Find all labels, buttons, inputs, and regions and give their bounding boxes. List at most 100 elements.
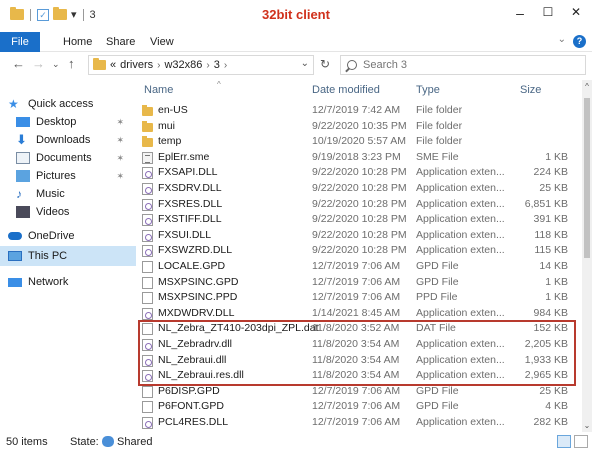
file-type: GPD File [416, 400, 459, 413]
pin-icon[interactable]: ✶ [116, 117, 124, 128]
nav-videos[interactable]: Videos [16, 202, 136, 222]
file-row[interactable]: temp 10/19/2020 5:57 AM File folder [142, 134, 582, 150]
file-date: 9/22/2020 10:28 PM [312, 166, 407, 179]
tab-home[interactable]: Home [63, 32, 92, 52]
search-icon [347, 60, 357, 70]
file-row[interactable]: FXSWZRD.DLL 9/22/2020 10:28 PM Application… [142, 243, 582, 259]
status-bar: 50 items State: Shared [0, 432, 592, 452]
nav-music[interactable]: ♪ Music [16, 184, 136, 204]
file-row[interactable]: P6DISP.GPD 12/7/2019 7:06 AM GPD File 25 KB [142, 384, 582, 400]
pin-icon[interactable]: ✶ [116, 135, 124, 146]
tab-view[interactable]: View [150, 32, 174, 52]
ribbon-tabs: File Home Share View ⌄ ? [0, 30, 592, 52]
search-box[interactable] [340, 55, 586, 75]
nav-quick-access[interactable]: ★ Quick access [8, 94, 144, 114]
nav-onedrive[interactable]: OneDrive [8, 226, 136, 246]
file-date: 12/7/2019 7:06 AM [312, 384, 401, 397]
pictures-icon [16, 170, 30, 182]
search-input[interactable] [363, 59, 563, 71]
tab-file[interactable]: File [0, 32, 40, 52]
nav-this-pc[interactable]: This PC [0, 246, 136, 266]
back-arrow-icon[interactable]: ← [12, 56, 25, 71]
file-row[interactable]: FXSRES.DLL 9/22/2020 10:28 PM Application … [142, 197, 582, 213]
breadcrumb-overflow[interactable]: « [110, 59, 116, 71]
file-row[interactable]: FXSAPI.DLL 9/22/2020 10:28 PM Application … [142, 165, 582, 181]
file-row[interactable]: P6FONT.GPD 12/7/2019 7:06 AM GPD File 4 KB [142, 399, 582, 415]
recent-locations-icon[interactable]: ⌄ [52, 59, 60, 70]
state-value: Shared [117, 436, 153, 448]
column-header-date[interactable]: Date modified [312, 84, 380, 102]
address-dropdown-icon[interactable]: ⌄ [301, 58, 309, 69]
pin-icon[interactable]: ✶ [116, 171, 124, 182]
nav-label: Pictures [36, 170, 76, 182]
file-type: Application exten... [416, 244, 505, 257]
file-icon [142, 276, 153, 289]
nav-label: Network [28, 276, 69, 288]
close-button[interactable]: ✕ [566, 5, 586, 19]
file-row[interactable]: PCL4RES.DLL 12/7/2019 7:06 AM Application … [142, 415, 582, 431]
file-date: 1/14/2021 8:45 AM [312, 306, 401, 319]
file-row[interactable]: EplErr.sme 9/19/2018 3:23 PM SME File 1 KB [142, 150, 582, 166]
file-row[interactable]: en-US 12/7/2019 7:42 AM File folder [142, 103, 582, 119]
chevron-right-icon[interactable]: › [157, 60, 160, 71]
tab-share[interactable]: Share [106, 32, 135, 52]
file-date: 9/22/2020 10:28 PM [312, 197, 407, 210]
file-icon [142, 385, 153, 398]
minimize-button[interactable]: – [510, 5, 530, 21]
star-icon: ★ [8, 97, 19, 111]
file-icon [142, 401, 153, 414]
scrollbar-thumb[interactable] [584, 98, 590, 258]
dll-file-icon [142, 229, 153, 242]
window-title: 32bit client [262, 7, 330, 22]
expand-ribbon-icon[interactable]: ⌄ [558, 34, 566, 45]
file-type: Application exten... [416, 197, 505, 210]
chevron-right-icon[interactable]: › [206, 60, 209, 71]
up-arrow-icon[interactable]: ↑ [68, 56, 75, 71]
file-size: 1 KB [545, 150, 568, 163]
column-header-type[interactable]: Type [416, 84, 440, 102]
forward-arrow-icon[interactable]: → [32, 56, 45, 71]
column-header-name[interactable]: Name [144, 84, 173, 102]
file-type: Application exten... [416, 228, 505, 241]
details-view-icon[interactable] [557, 435, 571, 448]
vertical-scrollbar[interactable]: ^ ⌄ [582, 80, 592, 432]
maximize-button[interactable]: ☐ [538, 5, 558, 19]
file-size: 4 KB [545, 400, 568, 413]
scroll-up-icon[interactable]: ^ [582, 82, 592, 91]
file-row[interactable]: mui 9/22/2020 10:35 PM File folder [142, 119, 582, 135]
column-header-size[interactable]: Size [520, 84, 541, 102]
nav-network[interactable]: Network [8, 272, 136, 292]
file-row[interactable]: FXSTIFF.DLL 9/22/2020 10:28 PM Application… [142, 212, 582, 228]
pin-icon[interactable]: ✶ [116, 153, 124, 164]
nav-documents[interactable]: Documents ✶ [16, 148, 136, 168]
file-row[interactable]: FXSDRV.DLL 9/22/2020 10:28 PM Application … [142, 181, 582, 197]
file-name: FXSTIFF.DLL [158, 213, 222, 226]
file-type: Application exten... [416, 213, 505, 226]
file-row[interactable]: LOCALE.GPD 12/7/2019 7:06 AM GPD File 14 KB [142, 259, 582, 275]
nav-pictures[interactable]: Pictures ✶ [16, 166, 136, 186]
address-row: ← → ⌄ ↑ « drivers › w32x86 › 3 › ⌄ ↻ [0, 52, 592, 78]
view-toggle [557, 435, 588, 448]
nav-desktop[interactable]: Desktop ✶ [16, 112, 136, 132]
refresh-icon[interactable]: ↻ [320, 57, 330, 71]
file-name: LOCALE.GPD [158, 260, 226, 272]
chevron-right-icon[interactable]: › [224, 60, 227, 71]
file-row[interactable]: MSXPSINC.PPD 12/7/2019 7:06 AM PPD File 1 K… [142, 290, 582, 306]
breadcrumb-drivers[interactable]: drivers [120, 59, 153, 71]
file-size: 282 KB [533, 416, 568, 428]
file-row[interactable]: FXSUI.DLL 9/22/2020 10:28 PM Application e… [142, 228, 582, 244]
file-size: 118 KB [534, 228, 568, 241]
scroll-down-icon[interactable]: ⌄ [582, 421, 592, 430]
file-name: FXSRES.DLL [158, 197, 223, 210]
large-icons-view-icon[interactable] [574, 435, 588, 448]
file-date: 12/7/2019 7:06 AM [312, 416, 401, 428]
address-bar[interactable]: « drivers › w32x86 › 3 › ⌄ [88, 55, 314, 75]
breadcrumb-3[interactable]: 3 [214, 59, 220, 71]
network-icon [8, 277, 22, 287]
file-size: 6,851 KB [524, 197, 568, 210]
nav-downloads[interactable]: ⬇ Downloads ✶ [16, 130, 136, 150]
breadcrumb-w32x86[interactable]: w32x86 [164, 59, 202, 71]
help-icon[interactable]: ? [573, 35, 586, 48]
file-row[interactable]: MSXPSINC.GPD 12/7/2019 7:06 AM GPD File 1 K… [142, 275, 582, 291]
file-type: GPD File [416, 260, 459, 272]
